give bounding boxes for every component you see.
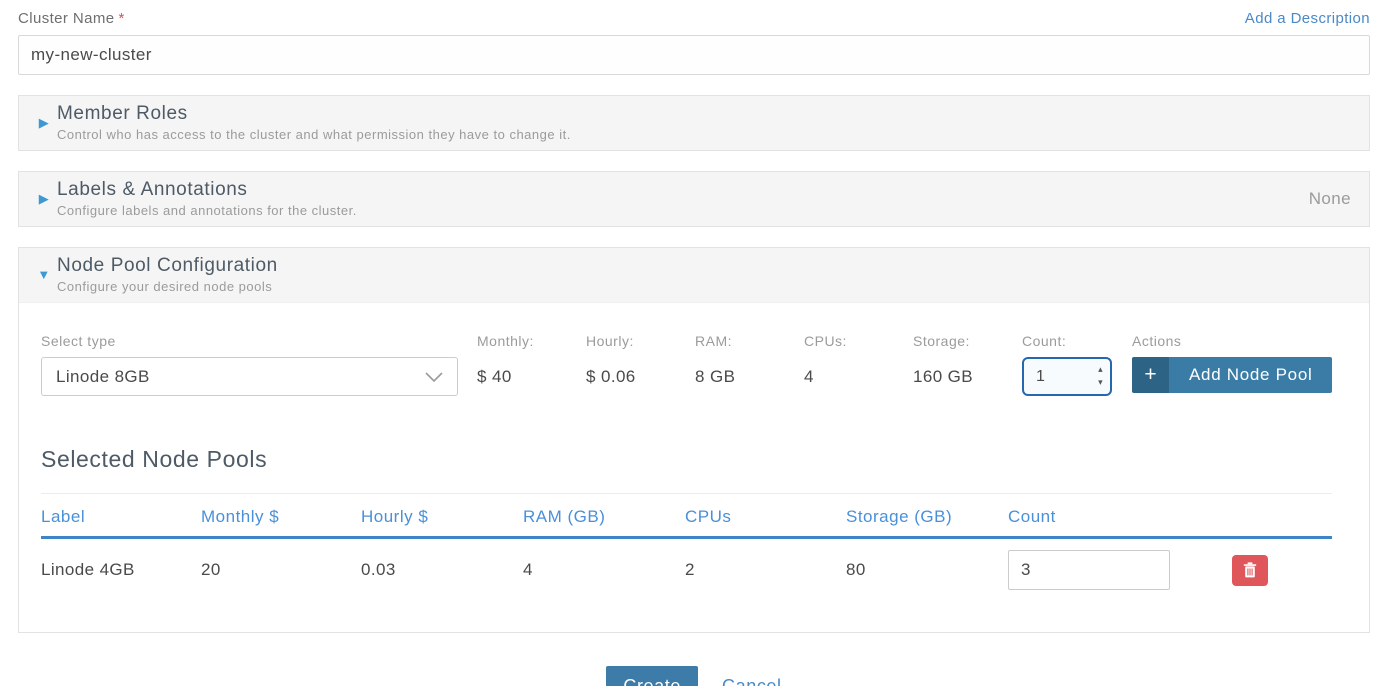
required-asterisk: *: [119, 10, 125, 27]
cluster-name-label: Cluster Name*: [18, 10, 125, 28]
stat-storage-value: 160 GB: [913, 357, 1022, 396]
column-header-count: Count: [1008, 507, 1170, 527]
count-label: Count:: [1022, 333, 1132, 349]
selected-node-pools-table: Label Monthly $ Hourly $ RAM (GB) CPUs S…: [41, 493, 1332, 604]
stat-ram: RAM: 8 GB: [695, 333, 804, 396]
pool-count-input[interactable]: [1008, 550, 1170, 590]
column-header-monthly: Monthly $: [201, 507, 361, 527]
stat-storage: Storage: 160 GB: [913, 333, 1022, 396]
pool-cpus-cell: 2: [685, 560, 846, 580]
cluster-name-input[interactable]: [18, 35, 1370, 75]
form-header-row: Cluster Name* Add a Description: [18, 10, 1370, 28]
labels-annotations-header[interactable]: ▶ Labels & Annotations Configure labels …: [19, 172, 1369, 226]
node-pool-configuration-title: Node Pool Configuration: [57, 255, 1351, 277]
pool-storage-cell: 80: [846, 560, 1008, 580]
form-footer: Create Cancel: [18, 666, 1370, 686]
node-type-select[interactable]: Linode 8GB: [41, 357, 458, 396]
stat-cpus-label: CPUs:: [804, 333, 913, 349]
pool-hourly-cell: 0.03: [361, 560, 523, 580]
member-roles-subtitle: Control who has access to the cluster an…: [57, 127, 1351, 142]
member-roles-header[interactable]: ▶ Member Roles Control who has access to…: [19, 96, 1369, 150]
labels-annotations-value: None: [1309, 189, 1351, 209]
node-pool-picker-row: Select type Linode 8GB Monthly: $ 40 Hou…: [41, 333, 1347, 396]
actions-label: Actions: [1132, 333, 1347, 349]
select-type-column: Select type Linode 8GB: [41, 333, 458, 396]
plus-icon: +: [1132, 357, 1169, 393]
column-header-label: Label: [41, 507, 201, 527]
add-node-pool-button[interactable]: + Add Node Pool: [1132, 357, 1332, 393]
add-description-link[interactable]: Add a Description: [1245, 10, 1370, 27]
stat-monthly: Monthly: $ 40: [477, 333, 586, 396]
table-header-row: Label Monthly $ Hourly $ RAM (GB) CPUs S…: [41, 494, 1332, 539]
column-header-ram: RAM (GB): [523, 507, 685, 527]
collapsed-triangle-icon: ▶: [31, 191, 57, 207]
stat-monthly-label: Monthly:: [477, 333, 586, 349]
stat-ram-value: 8 GB: [695, 357, 804, 396]
stat-monthly-value: $ 40: [477, 357, 586, 396]
node-type-select-value: Linode 8GB: [56, 367, 425, 387]
chevron-down-icon: [425, 371, 443, 383]
stepper-up-icon[interactable]: ▴: [1098, 363, 1103, 376]
create-button[interactable]: Create: [606, 666, 698, 686]
column-header-hourly: Hourly $: [361, 507, 523, 527]
pool-monthly-cell: 20: [201, 560, 361, 580]
section-labels-annotations: ▶ Labels & Annotations Configure labels …: [18, 171, 1370, 227]
labels-annotations-title: Labels & Annotations: [57, 179, 1309, 201]
labels-annotations-subtitle: Configure labels and annotations for the…: [57, 203, 1309, 218]
trash-icon: [1243, 562, 1257, 578]
cluster-create-form: Cluster Name* Add a Description ▶ Member…: [0, 0, 1388, 686]
node-pool-configuration-header[interactable]: ▼ Node Pool Configuration Configure your…: [19, 248, 1369, 303]
stepper-down-icon[interactable]: ▾: [1098, 376, 1103, 389]
column-header-storage: Storage (GB): [846, 507, 1008, 527]
labels-annotations-titles: Labels & Annotations Configure labels an…: [57, 179, 1309, 218]
selected-node-pools-heading: Selected Node Pools: [41, 446, 1347, 473]
expanded-triangle-icon: ▼: [31, 267, 57, 282]
member-roles-titles: Member Roles Control who has access to t…: [57, 103, 1351, 142]
node-pool-configuration-subtitle: Configure your desired node pools: [57, 279, 1351, 294]
node-pool-configuration-titles: Node Pool Configuration Configure your d…: [57, 255, 1351, 294]
count-stepper[interactable]: ▴ ▾: [1098, 363, 1103, 389]
cancel-link[interactable]: Cancel: [722, 676, 782, 686]
pool-ram-cell: 4: [523, 560, 685, 580]
member-roles-title: Member Roles: [57, 103, 1351, 125]
table-row: Linode 4GB 20 0.03 4 2 80: [41, 539, 1332, 604]
stat-cpus-value: 4: [804, 357, 913, 396]
stat-ram-label: RAM:: [695, 333, 804, 349]
actions-column: Actions + Add Node Pool: [1132, 333, 1347, 393]
add-node-pool-button-label: Add Node Pool: [1169, 357, 1332, 393]
pool-label-cell: Linode 4GB: [41, 560, 201, 580]
stat-storage-label: Storage:: [913, 333, 1022, 349]
stat-hourly: Hourly: $ 0.06: [586, 333, 695, 396]
stat-hourly-label: Hourly:: [586, 333, 695, 349]
delete-node-pool-button[interactable]: [1232, 555, 1268, 586]
pool-count-cell: [1008, 550, 1170, 590]
stat-hourly-value: $ 0.06: [586, 357, 695, 396]
pool-row-actions: [1232, 555, 1268, 586]
node-pool-configuration-body: Select type Linode 8GB Monthly: $ 40 Hou…: [19, 303, 1369, 632]
count-input-wrap: ▴ ▾: [1022, 357, 1112, 396]
section-member-roles: ▶ Member Roles Control who has access to…: [18, 95, 1370, 151]
section-node-pool-configuration: ▼ Node Pool Configuration Configure your…: [18, 247, 1370, 633]
select-type-label: Select type: [41, 333, 458, 349]
column-header-cpus: CPUs: [685, 507, 846, 527]
stat-cpus: CPUs: 4: [804, 333, 913, 396]
collapsed-triangle-icon: ▶: [31, 115, 57, 131]
count-column: Count: ▴ ▾: [1022, 333, 1132, 396]
cluster-name-label-text: Cluster Name: [18, 10, 115, 27]
